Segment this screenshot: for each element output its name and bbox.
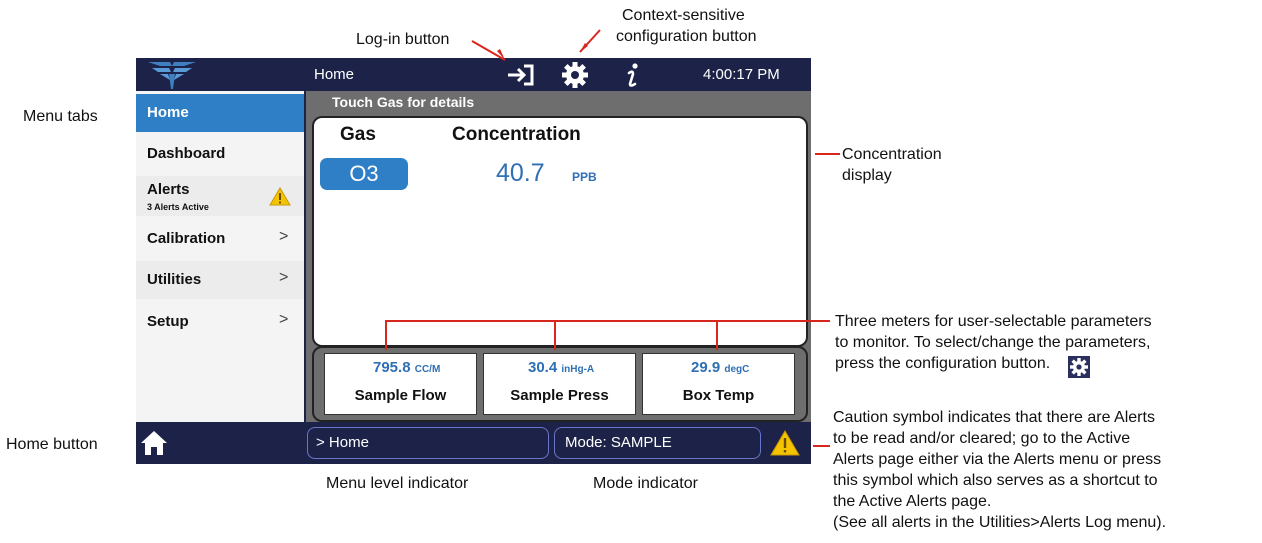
meter-sample-flow[interactable]: 795.8 CC/M Sample Flow [324,353,477,415]
menu-tab-calibration[interactable]: Calibration > [136,220,304,258]
meter-value-group: 795.8 CC/M [373,359,440,376]
home-icon[interactable] [140,429,168,457]
chevron-right-icon: > [279,311,289,328]
menu-tab-alerts[interactable]: Alerts 3 Alerts Active [136,176,304,216]
menu-tab-setup[interactable]: Setup > [136,303,304,341]
annotation-menu-tabs: Menu tabs [23,108,98,125]
warning-icon [269,187,291,206]
gear-icon [1068,356,1090,378]
alerts-count: 3 Alerts Active [147,202,209,212]
meter-unit: inHg-A [561,364,595,375]
annotation-mode: Mode indicator [593,475,698,492]
annotation-meters-2: to monitor. To select/change the paramet… [835,334,1151,351]
device-screen: Home 4:00:17 PM Home Dashboard Alerts 3 … [136,58,811,464]
chevron-right-icon: > [279,269,289,286]
mode-indicator: Mode: SAMPLE [554,427,761,459]
menu-tab-label: Utilities [147,271,202,288]
meter-name: Box Temp [682,387,755,404]
annotation-caution-6: (See all alerts in the Utilities>Alerts … [833,514,1167,531]
chevron-right-icon: > [279,228,289,245]
screen-title: Home [314,66,355,83]
meter-value: 30.4 [528,359,558,376]
meter-sample-press[interactable]: 30.4 inHg-A Sample Press [483,353,636,415]
meter-box-temp[interactable]: 29.9 degC Box Temp [642,353,795,415]
hint-text: Touch Gas for details [332,94,475,110]
annotation-meters-3: press the configuration button. [835,355,1051,372]
menu-tabs: Home Dashboard Alerts 3 Alerts Active Ca… [136,91,304,422]
annotation-meters-1: Three meters for user-selectable paramet… [835,313,1152,330]
gear-icon[interactable] [560,60,590,90]
concentration-display: Gas Concentration O3 40.7 PPB [312,116,808,347]
menu-tab-label: Setup [147,313,189,330]
annotation-caution-4: this symbol which also serves as a short… [833,472,1158,489]
annotation-concentration-1: Concentration [842,146,942,163]
menu-level-indicator: > Home [307,427,549,459]
annotation-concentration-2: display [842,167,892,184]
top-bar: Home 4:00:17 PM [136,58,811,91]
login-icon[interactable] [504,62,538,88]
meter-value-group: 30.4 inHg-A [528,359,594,376]
info-icon[interactable] [618,60,646,90]
bottom-bar: > Home Mode: SAMPLE [136,422,811,464]
menu-tab-label: Calibration [147,230,226,247]
menu-tab-dashboard[interactable]: Dashboard [136,135,304,173]
meter-name: Sample Press [510,387,609,404]
annotation-menu-level: Menu level indicator [326,475,469,492]
concentration-value: 40.7 [496,159,545,187]
clock: 4:00:17 PM [703,66,780,83]
meter-strip: 795.8 CC/M Sample Flow 30.4 inHg-A Sampl… [312,346,808,422]
annotation-home-button: Home button [6,436,98,453]
mode-text: Mode: SAMPLE [565,434,672,451]
annotation-config-1: Context-sensitive [622,7,745,24]
annotation-caution-3: Alerts page either via the Alerts menu o… [833,451,1162,468]
company-logo [148,62,196,89]
meter-value: 795.8 [373,359,411,376]
gas-button-o3[interactable]: O3 [320,158,408,190]
annotation-login: Log-in button [356,31,450,48]
menu-tab-label: Home [147,104,189,121]
annotation-caution-1: Caution symbol indicates that there are … [833,409,1155,426]
meter-name: Sample Flow [354,387,447,404]
menu-level-text: > Home [316,434,369,451]
gas-header: Gas [340,124,376,145]
menu-tab-label: Dashboard [147,145,226,162]
menu-tab-utilities[interactable]: Utilities > [136,261,304,299]
warning-icon[interactable] [770,430,800,456]
main-panel: Touch Gas for details Gas Concentration … [306,91,811,422]
menu-tab-home[interactable]: Home [136,94,304,132]
annotation-caution-2: to be read and/or cleared; go to the Act… [833,430,1131,447]
annotation-config-2: configuration button [616,28,757,45]
concentration-header: Concentration [452,124,581,145]
meter-value-group: 29.9 degC [691,359,749,376]
annotation-caution-5: the Active Alerts page. [833,493,992,510]
concentration-unit: PPB [572,170,597,184]
menu-tab-label: Alerts [147,181,190,198]
meter-unit: CC/M [414,364,441,375]
meter-value: 29.9 [691,359,721,376]
meter-unit: degC [724,364,750,375]
